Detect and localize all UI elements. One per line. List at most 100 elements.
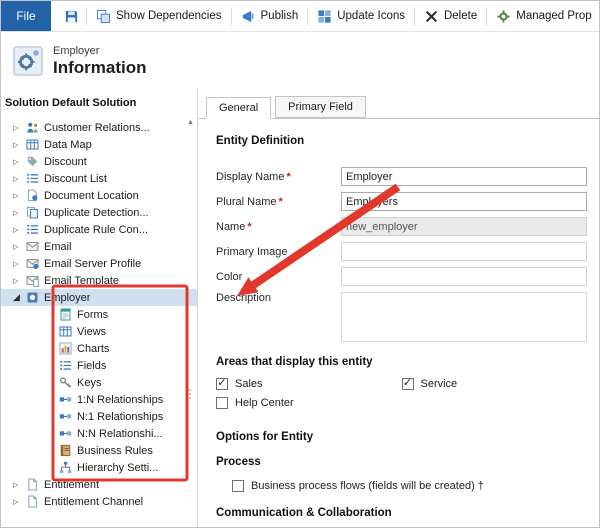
entity-page-icon <box>13 46 43 76</box>
expand-arrow-icon[interactable]: ▷ <box>13 141 26 149</box>
email-icon <box>26 240 39 253</box>
expand-arrow-icon[interactable]: ▷ <box>13 481 26 489</box>
sidebar-item-email-server-profile[interactable]: ▷ Email Server Profile <box>1 255 197 272</box>
solution-title: Solution Default Solution <box>5 97 137 109</box>
delete-button[interactable]: Delete <box>415 1 486 31</box>
sidebar-item-duplicate-rule[interactable]: ▷ Duplicate Rule Con... <box>1 221 197 238</box>
expand-arrow-icon[interactable]: ▷ <box>13 209 26 217</box>
checkbox-icon[interactable] <box>216 378 228 390</box>
primary-image-label: Primary Image <box>216 245 288 258</box>
sidebar-item-employer[interactable]: ◢ Employer <box>1 289 197 306</box>
page-header: Employer Information <box>1 32 599 90</box>
sidebar-item-discount-list[interactable]: ▷ Discount List <box>1 170 197 187</box>
expand-arrow-icon[interactable]: ▷ <box>13 175 26 183</box>
splitter-grip-icon[interactable]: ⋮ <box>184 388 196 400</box>
section-options-for-entity: Options for Entity <box>216 431 314 443</box>
expand-arrow-icon[interactable]: ▷ <box>13 260 26 268</box>
email-template-icon <box>26 274 39 287</box>
one-to-many-relationships-icon <box>59 393 72 406</box>
many-to-many-relationships-icon <box>59 427 72 440</box>
entity-form-pane: General Primary Field Entity Definition … <box>198 89 599 527</box>
sidebar-item-many-to-one-relationships[interactable]: N:1 Relationships <box>1 408 197 425</box>
section-communication-collaboration: Communication & Collaboration <box>216 507 392 519</box>
plural-name-label: Plural Name * <box>216 195 283 208</box>
sidebar-item-email[interactable]: ▷ Email <box>1 238 197 255</box>
display-name-input[interactable] <box>341 167 587 186</box>
primary-image-input[interactable] <box>341 242 587 261</box>
tab-primary-field[interactable]: Primary Field <box>275 96 366 118</box>
file-menu-button[interactable]: File <box>1 1 51 31</box>
duplicate-detection-icon <box>26 206 39 219</box>
duplicate-rule-icon <box>26 223 39 236</box>
entity-name-subtitle: Employer <box>53 44 100 57</box>
sidebar-item-email-template[interactable]: ▷ Email Template <box>1 272 197 289</box>
sidebar-item-entitlement[interactable]: ▷ Entitlement <box>1 476 197 493</box>
checkbox-icon[interactable] <box>401 378 414 390</box>
managed-properties-button[interactable]: Managed Prop <box>487 1 599 31</box>
required-asterisk: * <box>286 170 291 183</box>
description-textarea[interactable] <box>341 292 587 342</box>
sidebar-item-document-location[interactable]: ▷ Document Location <box>1 187 197 204</box>
required-asterisk: * <box>247 220 252 233</box>
page-title: Information <box>53 57 147 77</box>
checkbox-icon[interactable] <box>232 480 244 492</box>
sidebar-item-charts[interactable]: Charts <box>1 340 197 357</box>
help-center-checkbox[interactable]: Help Center <box>216 397 431 409</box>
customer-relationship-icon <box>26 121 39 134</box>
expand-arrow-icon[interactable]: ▷ <box>13 243 26 251</box>
tab-bar: General Primary Field <box>198 89 599 119</box>
forms-icon <box>59 308 72 321</box>
keys-icon <box>59 376 72 389</box>
discount-list-icon <box>26 172 39 185</box>
section-areas: Areas that display this entity <box>216 356 373 368</box>
entitlement-icon <box>26 478 39 491</box>
sidebar-item-customer-relationship[interactable]: ▷ Customer Relations... <box>1 119 197 136</box>
expand-arrow-icon[interactable]: ▷ <box>13 158 26 166</box>
sidebar-item-hierarchy-settings[interactable]: Hierarchy Setti... <box>1 459 197 476</box>
sidebar-item-duplicate-detection[interactable]: ▷ Duplicate Detection... <box>1 204 197 221</box>
solution-explorer: Solution Default Solution ▷ Customer Rel… <box>1 89 198 527</box>
required-asterisk: * <box>278 195 283 208</box>
sidebar-item-discount[interactable]: ▷ Discount <box>1 153 197 170</box>
sidebar-item-business-rules[interactable]: Business Rules <box>1 442 197 459</box>
scrollbar-up-arrow[interactable]: ▲ <box>187 119 194 126</box>
sidebar-item-entitlement-channel[interactable]: ▷ Entitlement Channel <box>1 493 197 510</box>
delete-icon <box>424 9 439 24</box>
description-label: Description <box>216 292 272 304</box>
update-icons-button[interactable]: Update Icons <box>308 1 414 31</box>
section-entity-definition: Entity Definition <box>216 135 305 147</box>
collapse-arrow-icon[interactable]: ◢ <box>13 292 26 303</box>
expand-arrow-icon[interactable]: ▷ <box>13 192 26 200</box>
name-input <box>341 217 587 236</box>
save-button[interactable] <box>57 1 86 31</box>
sidebar-item-fields[interactable]: Fields <box>1 357 197 374</box>
color-input[interactable] <box>341 267 587 286</box>
entitlement-channel-icon <box>26 495 39 508</box>
save-icon <box>64 9 79 24</box>
expand-arrow-icon[interactable]: ▷ <box>13 124 26 132</box>
sidebar-item-data-map[interactable]: ▷ Data Map <box>1 136 197 153</box>
publish-icon <box>241 9 256 24</box>
expand-arrow-icon[interactable]: ▷ <box>13 277 26 285</box>
checkbox-icon[interactable] <box>216 397 228 409</box>
sidebar-item-one-to-many-relationships[interactable]: 1:N Relationships <box>1 391 197 408</box>
show-dependencies-icon <box>96 9 111 24</box>
service-checkbox[interactable]: Service <box>401 378 588 390</box>
charts-icon <box>59 342 72 355</box>
app-window: File Show Dependencies Publish Update Ic… <box>0 0 600 528</box>
publish-button[interactable]: Publish <box>232 1 308 31</box>
update-icons-icon <box>317 9 332 24</box>
sidebar-item-views[interactable]: Views <box>1 323 197 340</box>
sales-checkbox[interactable]: Sales <box>216 378 402 390</box>
show-dependencies-button[interactable]: Show Dependencies <box>87 1 231 31</box>
tab-general[interactable]: General <box>206 97 272 119</box>
business-process-flows-checkbox[interactable]: Business process flows (fields will be c… <box>232 480 587 492</box>
email-server-profile-icon <box>26 257 39 270</box>
entity-icon <box>26 291 39 304</box>
sidebar-item-many-to-many-relationships[interactable]: N:N Relationshi... <box>1 425 197 442</box>
plural-name-input[interactable] <box>341 192 587 211</box>
expand-arrow-icon[interactable]: ▷ <box>13 498 26 506</box>
sidebar-item-keys[interactable]: Keys <box>1 374 197 391</box>
expand-arrow-icon[interactable]: ▷ <box>13 226 26 234</box>
sidebar-item-forms[interactable]: Forms <box>1 306 197 323</box>
